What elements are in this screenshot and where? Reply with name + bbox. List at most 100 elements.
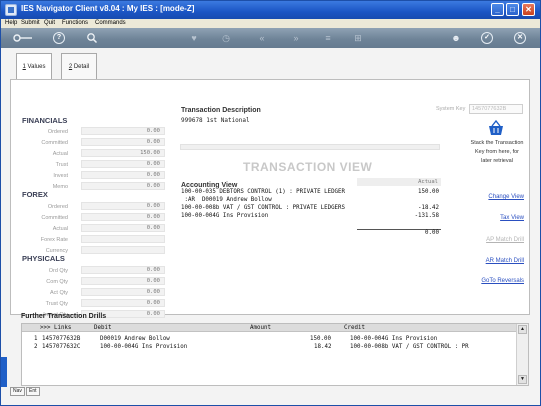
financials-actual-value: 150.00: [81, 149, 165, 157]
accounting-line: :AR D00019 Andrew Bollow: [181, 197, 272, 203]
drill-link[interactable]: 1457077632C: [42, 343, 80, 351]
physicals-com-qty-value: 0.00: [81, 277, 165, 285]
accounting-line: 100-00-008b VAT / GST CONTROL : PRIVATE …: [181, 205, 346, 211]
accounting-actual-header: Actual: [357, 178, 441, 186]
drills-header-debit: Debit: [94, 325, 112, 331]
forward-icon[interactable]: »: [289, 32, 303, 44]
description-scrollbar[interactable]: [180, 144, 440, 150]
drills-header-amount: Amount: [250, 325, 271, 331]
drill-credit: 100-00-008b VAT / GST CONTROL : PR: [350, 344, 469, 350]
heart-icon[interactable]: ♥: [187, 32, 201, 44]
drills-title: Further Transaction Drills: [21, 313, 107, 320]
drills-header-row: >>> Links Debit Amount Credit: [22, 324, 516, 332]
financials-invest-value: 0.00: [81, 171, 165, 179]
financials-memo-value: 0.00: [81, 182, 165, 190]
exit-key-icon[interactable]: [13, 32, 33, 47]
menu-functions[interactable]: Functions: [62, 20, 88, 26]
row-number: 1: [34, 336, 38, 342]
drill-debit: D00019 Andrew Bollow: [100, 336, 170, 342]
menu-commands[interactable]: Commands: [95, 20, 126, 26]
physicals-ord-qty-value: 0.00: [81, 266, 165, 274]
forex-rate-value: [81, 235, 165, 243]
scroll-down-icon[interactable]: ▼: [518, 375, 527, 384]
window-title: IES Navigator Client v8.04 : My IES : [m…: [21, 4, 195, 13]
help-icon[interactable]: ?: [53, 32, 65, 44]
stack-basket-icon[interactable]: [486, 119, 506, 137]
financials-ordered-value: 0.00: [81, 127, 165, 135]
back-icon[interactable]: «: [255, 32, 269, 44]
user-icon[interactable]: ☻: [449, 32, 463, 44]
stack-icon[interactable]: ⊞: [351, 32, 365, 44]
close-button[interactable]: ✕: [522, 3, 535, 16]
drills-table: >>> Links Debit Amount Credit 1 14570776…: [21, 323, 529, 386]
financials-trust-value: 0.00: [81, 160, 165, 168]
bottom-tab-ent[interactable]: Ent: [26, 387, 40, 396]
stack-hint-line-1: Stack the Transaction: [470, 140, 524, 146]
menu-quit[interactable]: Quit: [44, 20, 55, 26]
ar-match-drill-link[interactable]: AR Match Drill: [454, 258, 524, 264]
financials-committed-label: Committed: [41, 140, 68, 146]
drills-header-credit: Credit: [344, 325, 365, 331]
transaction-view-watermark: TRANSACTION VIEW: [243, 160, 373, 174]
accounting-total: 0.00: [425, 230, 439, 236]
drill-link[interactable]: 1457077632B: [42, 335, 80, 343]
tab-values[interactable]: 1 Values: [16, 53, 52, 79]
menu-help[interactable]: Help: [5, 20, 17, 26]
accounting-line: 100-00-004G Ins Provision: [181, 213, 269, 219]
accounting-amount: -18.42: [418, 205, 439, 211]
drill-debit: 100-00-004G Ins Provision: [100, 344, 188, 350]
physicals-ord-qty-label: Ord Qty: [48, 268, 68, 274]
financials-actual-label: Actual: [52, 151, 68, 157]
forex-committed-value: 0.00: [81, 213, 165, 221]
tab-strip: 1 Values 2 Detail: [10, 53, 530, 79]
row-number: 2: [34, 344, 38, 350]
cancel-icon[interactable]: ✕: [514, 32, 526, 44]
forex-committed-label: Committed: [41, 215, 68, 221]
minimize-button[interactable]: _: [491, 3, 504, 16]
bottom-tab-nav[interactable]: Nav: [10, 387, 25, 396]
accounting-amount: -131.58: [414, 213, 439, 219]
change-view-link[interactable]: Change View: [454, 194, 524, 200]
list-icon[interactable]: ≡: [321, 32, 335, 44]
scroll-up-icon[interactable]: ▲: [518, 325, 527, 334]
physicals-heading: PHYSICALS: [22, 254, 65, 263]
menu-bar: Help Submit Quit Functions Commands: [1, 19, 540, 28]
search-icon[interactable]: [85, 32, 99, 47]
financials-trust-label: Trust: [55, 162, 68, 168]
drills-scrollbar[interactable]: ▲ ▼: [516, 324, 528, 385]
accounting-line: 100-00-035 DEBTORS CONTROL (1) : PRIVATE…: [181, 189, 346, 195]
tab-detail[interactable]: 2 Detail: [61, 53, 97, 79]
accounting-view-title: Accounting View: [181, 182, 238, 189]
title-bar[interactable]: IES Navigator Client v8.04 : My IES : [m…: [1, 1, 540, 19]
drills-header-links: >>> Links: [40, 325, 72, 331]
stack-hint-line-2: Key from here, for: [474, 149, 520, 155]
table-row[interactable]: 2 1457077632C 100-00-004G Ins Provision …: [22, 343, 516, 352]
stack-hint-line-3: later retrieval: [481, 158, 513, 164]
accounting-amount: 150.00: [418, 189, 439, 195]
ap-match-drill-link[interactable]: AP Match Drill: [454, 237, 524, 243]
tab-detail-key: 2: [68, 64, 73, 70]
tax-view-link[interactable]: Tax View: [454, 215, 524, 221]
left-edge-strip: [1, 357, 7, 387]
forex-ordered-value: 0.00: [81, 202, 165, 210]
tab-values-key: 1: [22, 64, 26, 70]
check-icon[interactable]: ✓: [481, 32, 493, 44]
goto-reversals-link[interactable]: GoTo Reversals: [454, 278, 524, 284]
menu-submit[interactable]: Submit: [21, 20, 40, 26]
forex-heading: FOREX: [22, 190, 48, 199]
forex-ordered-label: Ordered: [47, 204, 68, 210]
system-key-field[interactable]: 1457077632B: [469, 104, 523, 114]
forex-actual-label: Actual: [52, 226, 68, 232]
transaction-description-value: 999678 1st National: [181, 117, 250, 124]
physicals-trust-qty-value: 0.00: [81, 299, 165, 307]
app-icon: [5, 4, 17, 16]
physicals-com-qty-label: Com Qty: [46, 279, 68, 285]
forex-actual-value: 0.00: [81, 224, 165, 232]
app-window: IES Navigator Client v8.04 : My IES : [m…: [0, 0, 541, 406]
history-icon[interactable]: ◷: [219, 32, 233, 44]
physicals-trust-qty-label: Trust Qty: [45, 301, 68, 307]
toolbar: ? ♥ ◷ « » ≡ ⊞ ☻ ✓ ✕: [1, 28, 540, 48]
drill-credit: 100-00-004G Ins Provision: [350, 336, 438, 342]
values-panel: FINANCIALS Ordered 0.00 Committed 0.00 A…: [10, 79, 530, 318]
maximize-button[interactable]: □: [506, 3, 519, 16]
